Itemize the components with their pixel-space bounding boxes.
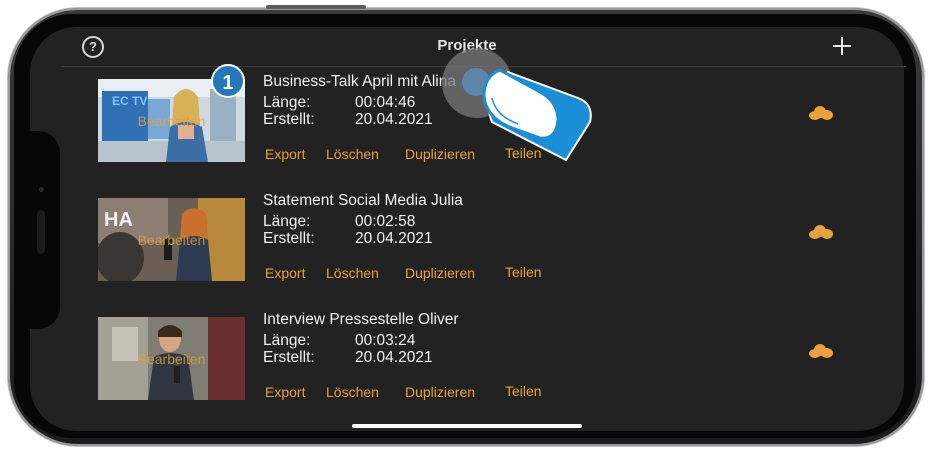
created-value: 20.04.2021 [355, 349, 433, 366]
share-button[interactable]: Teilen [505, 383, 542, 399]
cloud-icon[interactable] [809, 225, 833, 239]
phone-side-button [266, 5, 366, 9]
project-title: Statement Social Media Julia [263, 192, 463, 209]
step-badge: 1 [211, 64, 245, 98]
export-button[interactable]: Export [265, 384, 305, 400]
project-row: HA Bearbeiten Statement Social Media Jul… [0, 192, 929, 288]
thumbnail-edit-overlay: Bearbeiten [137, 350, 206, 367]
created-label: Erstellt: [263, 111, 315, 128]
front-camera [39, 187, 44, 192]
delete-button[interactable]: Löschen [326, 384, 379, 400]
add-project-icon[interactable] [832, 36, 852, 56]
finger-pointer-icon [482, 68, 592, 162]
help-icon[interactable]: ? [82, 36, 104, 58]
project-title: Interview Pressestelle Oliver [263, 311, 459, 328]
created-value: 20.04.2021 [355, 111, 433, 128]
export-button[interactable]: Export [265, 146, 305, 162]
project-thumbnail[interactable]: Bearbeiten [98, 317, 245, 400]
length-value: 00:03:24 [355, 332, 416, 349]
duplicate-button[interactable]: Duplizieren [405, 384, 475, 400]
created-label: Erstellt: [263, 349, 315, 366]
project-thumbnail[interactable]: HA Bearbeiten [98, 198, 245, 281]
project-title: Business-Talk April mit Alina [263, 73, 456, 90]
length-value: 00:04:46 [355, 94, 416, 111]
home-indicator[interactable] [352, 424, 582, 428]
length-label: Länge: [263, 332, 311, 349]
length-label: Länge: [263, 94, 311, 111]
created-value: 20.04.2021 [355, 230, 433, 247]
thumbnail-edit-overlay: Bearbeiten [137, 231, 206, 248]
length-label: Länge: [263, 213, 311, 230]
cloud-icon[interactable] [809, 106, 833, 120]
duplicate-button[interactable]: Duplizieren [405, 265, 475, 281]
share-button[interactable]: Teilen [505, 264, 542, 280]
export-button[interactable]: Export [265, 265, 305, 281]
length-value: 00:02:58 [355, 213, 416, 230]
duplicate-button[interactable]: Duplizieren [405, 146, 475, 162]
created-label: Erstellt: [263, 230, 315, 247]
delete-button[interactable]: Löschen [326, 265, 379, 281]
delete-button[interactable]: Löschen [326, 146, 379, 162]
cloud-icon[interactable] [809, 344, 833, 358]
project-row: Bearbeiten Interview Pressestelle Oliver… [0, 311, 929, 407]
